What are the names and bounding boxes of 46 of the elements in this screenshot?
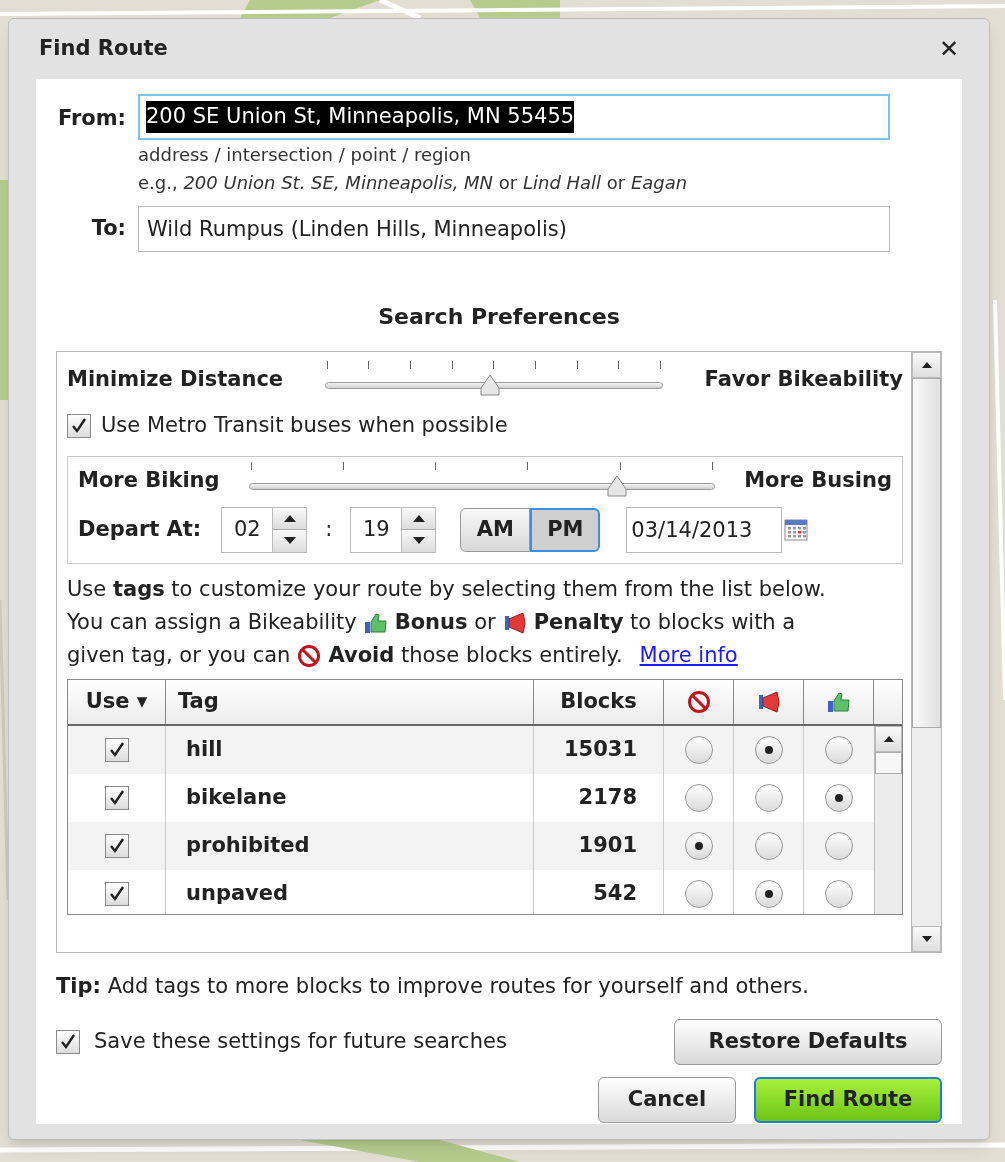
period-toggle[interactable]: PM [530, 507, 601, 552]
checkbox-label: Save these settings for future searches [94, 1027, 507, 1055]
from-field[interactable]: 200 SE Union St, Minneapolis, MN 55455 [138, 94, 890, 140]
intro-text: Penalty to blocks with a [533, 609, 796, 637]
date-field[interactable]: 03/14/2013 [626, 506, 783, 553]
intro-text: You can assign a Bikeability [67, 609, 357, 637]
checkbox-label: Use Metro Transit buses when possible [101, 412, 508, 439]
tag-name: bikelane [186, 783, 287, 811]
field-label: To: [90, 215, 126, 243]
intro-text: Use tags to customize your route by selecting them from the list below. [67, 576, 826, 604]
intro-text: Bonus or [394, 609, 496, 637]
block-count: 1901 [578, 831, 637, 859]
field-hint: e.g., 200 Union St. SE, Minneapolis, MN or Lind Hall or Eagan [138, 171, 689, 195]
table-row[interactable]: prohibited 1901 [68, 821, 874, 870]
column-header[interactable]: Tag [166, 679, 534, 724]
number-spinner[interactable]: 02 [221, 506, 308, 553]
intro-text: given tag, or you can [67, 642, 291, 670]
cancel-button[interactable]: Cancel [598, 1076, 736, 1123]
to-field[interactable]: Wild Rumpus (Linden Hills, Minneapolis) [138, 206, 890, 252]
slider-label: Minimize Distance [67, 366, 284, 394]
column-header[interactable]: Blocks [534, 679, 664, 724]
tag-name: unpaved [186, 879, 289, 907]
number-spinner[interactable]: 19 [350, 506, 437, 553]
window-title: Find Route [39, 35, 168, 63]
more-info-link[interactable]: More info [639, 640, 738, 672]
block-count: 15031 [563, 735, 637, 763]
tag-name: prohibited [186, 831, 310, 859]
time-separator: : [325, 515, 333, 543]
block-count: 2178 [578, 783, 637, 811]
tag-name: hill [186, 735, 223, 763]
table-row[interactable]: hill 15031 [68, 725, 874, 774]
slider-label: Favor Bikeability [704, 366, 903, 394]
column-header[interactable]: Use ▾ [68, 679, 166, 724]
section-heading: Search Preferences [378, 303, 620, 331]
field-hint: address / intersection / point / region [138, 143, 472, 167]
period-toggle[interactable]: AM [460, 507, 531, 552]
primary-button[interactable]: Find Route [754, 1076, 942, 1123]
intro-text: Avoid those blocks entirely. [328, 642, 623, 670]
slider-label: More Biking [78, 466, 220, 494]
tip-text: Tip: Add tags to more blocks to improve routes for yourself and others. [56, 973, 810, 1000]
restore-defaults-button[interactable]: Restore Defaults [674, 1018, 942, 1065]
block-count: 542 [593, 879, 637, 907]
close-button[interactable]: ✕ [938, 31, 959, 67]
field-label: From: [56, 105, 126, 132]
slider-label: More Busing [744, 466, 892, 494]
depart-label: Depart At: [78, 515, 202, 543]
